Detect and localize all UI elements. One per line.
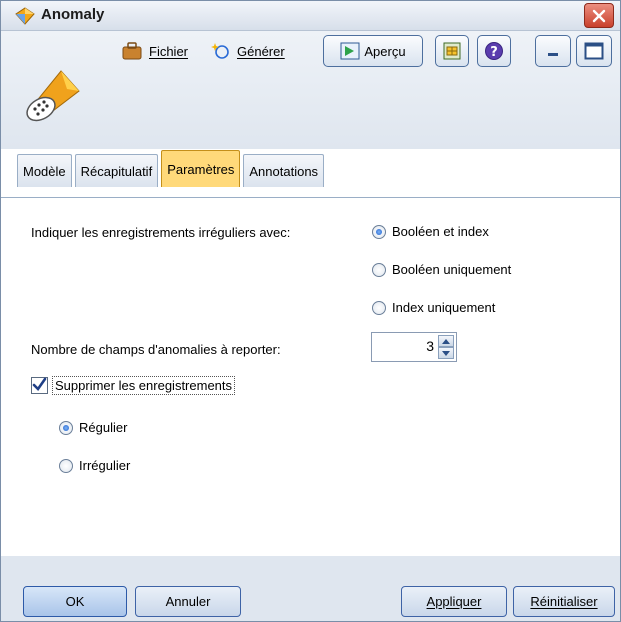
tab-summary[interactable]: Récapitulatif bbox=[74, 154, 159, 187]
maximize-icon bbox=[584, 42, 604, 60]
help-icon: ? bbox=[485, 42, 503, 60]
generate-menu[interactable]: Générer bbox=[211, 36, 285, 66]
export-button[interactable] bbox=[435, 35, 469, 67]
window-title: Anomaly bbox=[41, 6, 105, 23]
radio-flag-only-label: Booléen uniquement bbox=[392, 262, 512, 277]
sparkle-icon bbox=[211, 43, 229, 59]
dialog-window: Anomaly Fichier Générer Aperçu ? Modèle … bbox=[0, 0, 621, 622]
num-fields-label: Nombre de champs d'anomalies à reporter: bbox=[31, 342, 281, 357]
toolbar-area bbox=[1, 31, 620, 149]
radio-dot bbox=[59, 458, 73, 473]
tab-settings-label: Paramètres bbox=[167, 161, 235, 177]
close-icon bbox=[592, 9, 606, 22]
apply-button[interactable]: Appliquer bbox=[401, 586, 507, 617]
preview-icon bbox=[340, 42, 360, 60]
radio-dot bbox=[59, 420, 73, 435]
stepper-up-button[interactable] bbox=[438, 335, 454, 347]
generate-menu-label: Générer bbox=[237, 43, 285, 59]
file-menu[interactable]: Fichier bbox=[121, 36, 188, 66]
ok-button[interactable]: OK bbox=[23, 586, 127, 617]
radio-flag-only[interactable]: Booléen uniquement bbox=[372, 262, 511, 277]
table-export-icon bbox=[443, 42, 461, 60]
tab-annotations-label: Annotations bbox=[249, 163, 319, 179]
arrow-up-icon bbox=[442, 338, 450, 344]
anomaly-model-icon bbox=[26, 70, 80, 122]
tab-annotations[interactable]: Annotations bbox=[243, 154, 325, 187]
radio-nonconforming[interactable]: Irrégulier bbox=[59, 458, 130, 473]
apply-button-label: Appliquer bbox=[426, 594, 482, 609]
tab-bar: Modèle Récapitulatif Paramètres Annotati… bbox=[17, 150, 327, 187]
stepper-down-button[interactable] bbox=[438, 347, 454, 359]
radio-index-only-label: Index uniquement bbox=[392, 300, 496, 315]
radio-dot bbox=[372, 300, 386, 315]
radio-flag-and-index[interactable]: Booléen et index bbox=[372, 224, 489, 239]
tab-model[interactable]: Modèle bbox=[17, 154, 72, 187]
discard-records-checkbox[interactable]: Supprimer les enregistrements bbox=[31, 376, 236, 395]
svg-text:?: ? bbox=[490, 45, 498, 60]
radio-index-only[interactable]: Index uniquement bbox=[372, 300, 495, 315]
radio-flag-and-index-label: Booléen et index bbox=[392, 224, 489, 239]
discard-records-label: Supprimer les enregistrements bbox=[52, 376, 236, 395]
minimize-button[interactable] bbox=[535, 35, 571, 67]
radio-conforming[interactable]: Régulier bbox=[59, 420, 127, 435]
radio-conforming-label: Régulier bbox=[79, 420, 128, 435]
num-fields-stepper[interactable]: 3 bbox=[371, 332, 457, 362]
diamond-icon bbox=[15, 7, 35, 25]
title-bar[interactable]: Anomaly bbox=[1, 1, 620, 31]
num-fields-value[interactable]: 3 bbox=[426, 338, 434, 354]
stepper-arrows bbox=[438, 335, 454, 359]
reset-button[interactable]: Réinitialiser bbox=[513, 586, 615, 617]
briefcase-icon bbox=[122, 42, 142, 60]
help-button[interactable]: ? bbox=[477, 35, 511, 67]
tab-model-label: Modèle bbox=[23, 163, 66, 179]
flag-records-label: Indiquer les enregistrements irréguliers… bbox=[31, 225, 291, 240]
preview-button[interactable]: Aperçu bbox=[323, 35, 423, 67]
close-button[interactable] bbox=[584, 3, 614, 28]
maximize-button[interactable] bbox=[576, 35, 612, 67]
radio-dot bbox=[372, 224, 386, 239]
minimize-icon bbox=[548, 53, 558, 56]
ok-button-label: OK bbox=[65, 594, 85, 609]
cancel-button-label: Annuler bbox=[165, 594, 211, 609]
checkbox-box bbox=[31, 377, 48, 394]
tab-summary-label: Récapitulatif bbox=[80, 163, 153, 179]
checkmark-icon bbox=[32, 377, 47, 392]
radio-dot bbox=[372, 262, 386, 277]
preview-label: Aperçu bbox=[364, 43, 406, 59]
reset-button-label: Réinitialiser bbox=[530, 594, 598, 609]
cancel-button[interactable]: Annuler bbox=[135, 586, 241, 617]
radio-nonconforming-label: Irrégulier bbox=[79, 458, 131, 473]
arrow-down-icon bbox=[442, 350, 450, 356]
file-menu-label: Fichier bbox=[149, 43, 189, 59]
tab-settings[interactable]: Paramètres bbox=[161, 150, 241, 187]
